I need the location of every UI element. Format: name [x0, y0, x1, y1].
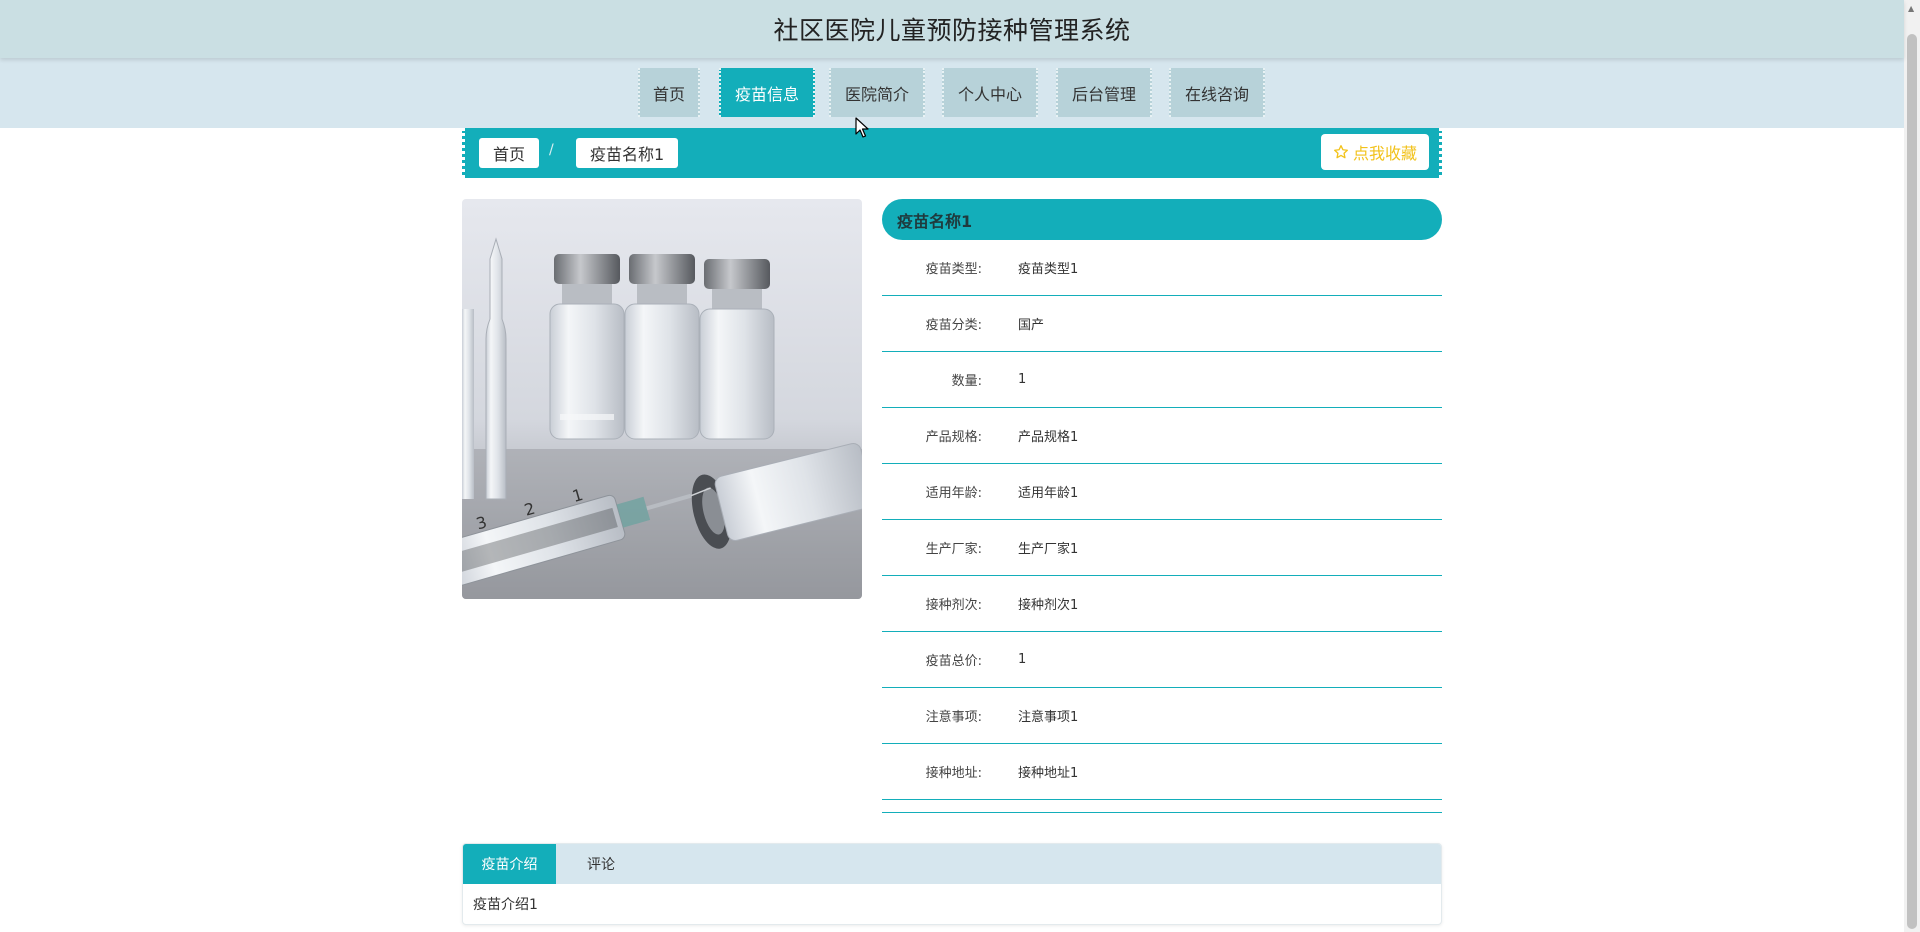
detail-label: 生产厂家: — [925, 542, 982, 557]
site-header: 社区医院儿童预防接种管理系统 — [0, 0, 1904, 58]
detail-row-notes: 注意事项: 注意事项1 — [882, 688, 1442, 744]
main-nav: 首页 疫苗信息 医院简介 个人中心 后台管理 在线咨询 — [0, 58, 1904, 128]
detail-row-quantity: 数量: 1 — [882, 352, 1442, 408]
tab-vaccine-intro[interactable]: 疫苗介绍 — [463, 844, 556, 884]
detail-label: 注意事项: — [925, 710, 982, 725]
scroll-thumb[interactable] — [1907, 34, 1917, 929]
detail-row-manufacturer: 生产厂家: 生产厂家1 — [882, 520, 1442, 576]
star-outline-icon — [1333, 145, 1348, 159]
breadcrumb-current[interactable]: 疫苗名称1 — [576, 138, 679, 168]
detail-value: 疫苗类型1 — [1018, 262, 1079, 277]
detail-value: 接种地址1 — [1018, 766, 1079, 781]
detail-divider — [882, 800, 1442, 813]
nav-item-admin[interactable]: 后台管理 — [1056, 68, 1152, 117]
detail-value: 生产厂家1 — [1018, 542, 1079, 557]
detail-value: 1 — [1018, 652, 1027, 667]
favorite-button[interactable]: 点我收藏 — [1320, 134, 1429, 170]
detail-row-age: 适用年龄: 适用年龄1 — [882, 464, 1442, 520]
nav-item-vaccine-info[interactable]: 疫苗信息 — [719, 68, 815, 117]
detail-value: 产品规格1 — [1018, 430, 1079, 445]
nav-item-home[interactable]: 首页 — [638, 68, 700, 117]
detail-label: 疫苗类型: — [925, 262, 982, 277]
detail-label: 产品规格: — [925, 430, 982, 445]
page-scrollbar[interactable]: ▲ — [1904, 0, 1920, 932]
detail-row-doses: 接种剂次: 接种剂次1 — [882, 576, 1442, 632]
breadcrumb-separator: / — [549, 142, 554, 158]
detail-label: 接种剂次: — [925, 598, 982, 613]
mouse-pointer-icon — [855, 117, 869, 138]
nav-item-online-consult[interactable]: 在线咨询 — [1169, 68, 1265, 117]
info-tabs: 疫苗介绍 评论 疫苗介绍1 — [462, 843, 1442, 925]
detail-label: 数量: — [951, 374, 982, 389]
detail-row-category: 疫苗分类: 国产 — [882, 296, 1442, 352]
scroll-up-icon[interactable]: ▲ — [1908, 4, 1914, 13]
detail-value: 注意事项1 — [1018, 710, 1079, 725]
detail-value: 1 — [1018, 372, 1027, 387]
product-image: 3 2 1 — [462, 199, 862, 599]
tab-content: 疫苗介绍1 — [473, 897, 538, 913]
detail-row-address: 接种地址: 接种地址1 — [882, 744, 1442, 800]
tabs-header: 疫苗介绍 评论 — [463, 844, 1441, 884]
tab-comments[interactable]: 评论 — [556, 844, 646, 884]
detail-value: 适用年龄1 — [1018, 486, 1079, 501]
vaccine-name-title: 疫苗名称1 — [882, 199, 1442, 240]
nav-item-personal-center[interactable]: 个人中心 — [942, 68, 1038, 117]
favorite-label: 点我收藏 — [1352, 144, 1417, 163]
detail-row-type: 疫苗类型: 疫苗类型1 — [882, 240, 1442, 296]
site-title: 社区医院儿童预防接种管理系统 — [773, 16, 1131, 45]
vaccine-detail-panel: 疫苗名称1 疫苗类型: 疫苗类型1 疫苗分类: 国产 数量: 1 产品规格: 产… — [882, 199, 1442, 813]
detail-row-price: 疫苗总价: 1 — [882, 632, 1442, 688]
detail-label: 疫苗总价: — [925, 654, 982, 669]
detail-label: 疫苗分类: — [925, 318, 982, 333]
detail-label: 接种地址: — [925, 766, 982, 781]
detail-label: 适用年龄: — [925, 486, 982, 501]
breadcrumb-home[interactable]: 首页 — [479, 138, 540, 168]
detail-row-spec: 产品规格: 产品规格1 — [882, 408, 1442, 464]
nav-item-hospital-intro[interactable]: 医院简介 — [829, 68, 925, 117]
breadcrumb: 首页 / 疫苗名称1 点我收藏 — [462, 128, 1442, 178]
detail-value: 接种剂次1 — [1018, 598, 1079, 613]
detail-value: 国产 — [1018, 318, 1045, 333]
